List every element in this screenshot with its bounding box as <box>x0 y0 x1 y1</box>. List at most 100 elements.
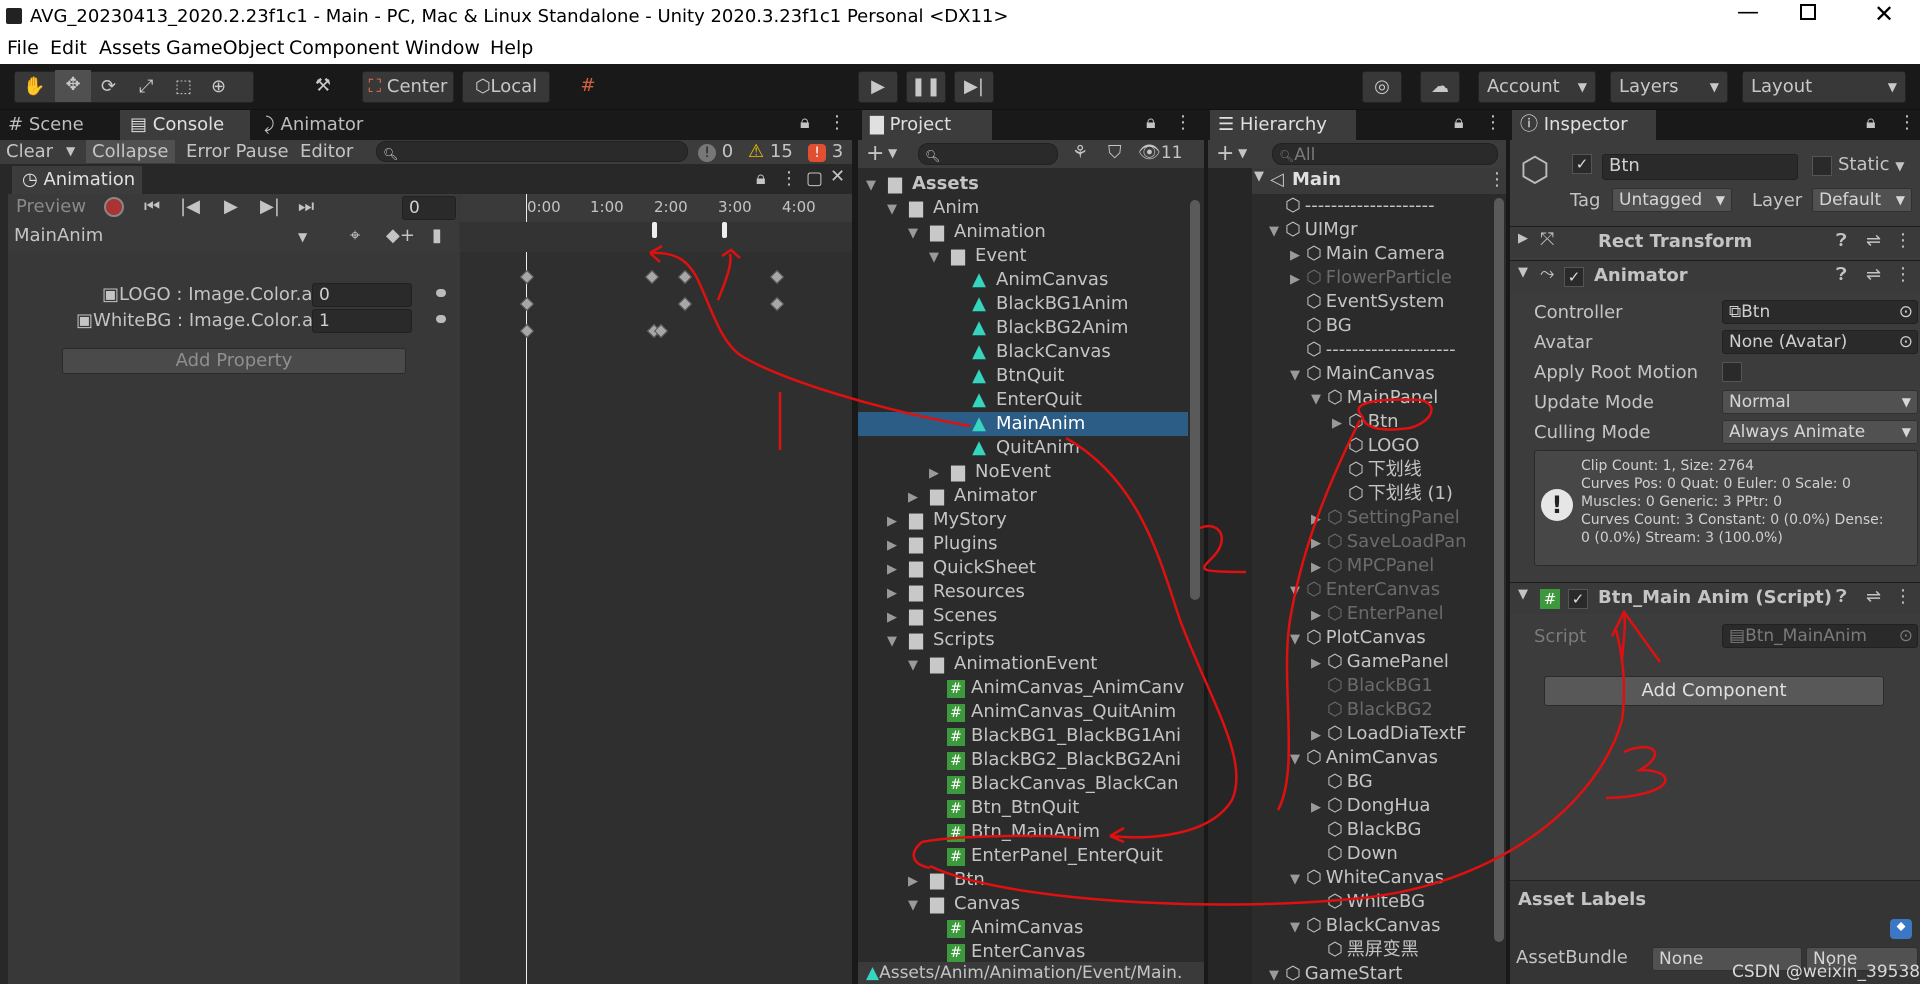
hierarchy-item[interactable]: ▶ ⬡ DongHua <box>1252 794 1492 818</box>
keyframe-icon[interactable] <box>769 269 785 285</box>
project-item[interactable]: ▶ ▆ Resources <box>858 580 1188 604</box>
project-item[interactable]: ▲ MainAnim <box>858 412 1188 436</box>
menu-gameobject[interactable]: GameObject <box>166 37 284 59</box>
move-tool-icon[interactable]: ✥ <box>55 70 91 102</box>
project-scrollbar[interactable] <box>1188 172 1202 962</box>
pivot-center-button[interactable]: ⛶ Center <box>362 71 454 103</box>
menu-edit[interactable]: Edit <box>50 37 87 59</box>
tab-inspector[interactable]: ⓘ Inspector <box>1512 110 1656 140</box>
chevron-right-icon[interactable]: ▶ <box>1332 412 1346 436</box>
lock-icon[interactable]: 🔒︎ <box>1866 112 1876 133</box>
help-icon[interactable]: ❓︎ <box>1836 586 1847 607</box>
hierarchy-item[interactable]: ⬡ LOGO <box>1252 434 1492 458</box>
hierarchy-item[interactable]: ▶ ⬡ Main Camera <box>1252 242 1492 266</box>
chevron-down-icon[interactable]: ▼ <box>888 146 897 160</box>
chevron-right-icon[interactable]: ▶ <box>887 558 901 582</box>
project-item[interactable]: ▲ AnimCanvas <box>858 268 1188 292</box>
project-item[interactable]: # EnterPanel_EnterQuit <box>858 844 1188 868</box>
help-icon[interactable]: ❓︎ <box>1836 230 1847 251</box>
project-item[interactable]: ▲ BlackBG1Anim <box>858 292 1188 316</box>
object-picker-icon[interactable]: ⊙ <box>1899 331 1913 353</box>
menu-window[interactable]: Window <box>405 37 480 59</box>
chevron-down-icon[interactable]: ▼ <box>1290 580 1304 604</box>
event-marker-icon[interactable] <box>722 222 727 238</box>
static-checkbox[interactable] <box>1812 156 1832 176</box>
project-item[interactable]: ▶ ▆ NoEvent <box>858 460 1188 484</box>
tab-hierarchy[interactable]: ☰ Hierarchy <box>1210 110 1356 140</box>
preset-icon[interactable]: ⇌ <box>1866 586 1881 607</box>
controller-field[interactable]: ⧉Btn ⊙ <box>1722 300 1918 324</box>
chevron-down-icon[interactable]: ▼ <box>1269 964 1283 984</box>
layout-dropdown[interactable]: Layout ▼ <box>1742 71 1906 103</box>
hierarchy-item[interactable]: ▶ ⬡ Btn <box>1252 410 1492 434</box>
script-enabled-checkbox[interactable]: ✓ <box>1568 589 1588 609</box>
hierarchy-item[interactable]: ▼ ⬡ AnimCanvas <box>1252 746 1492 770</box>
lock-icon[interactable]: 🔒︎ <box>800 112 810 133</box>
visibility-column[interactable] <box>1208 168 1252 984</box>
transform-tool-icon[interactable]: ⊕ <box>211 72 226 102</box>
add-component-button[interactable]: Add Component <box>1544 676 1884 706</box>
project-item[interactable]: ▼ ▆ AnimationEvent <box>858 652 1188 676</box>
rect-tool-icon[interactable]: ⬚ <box>175 72 192 102</box>
project-item[interactable]: ▶ ▆ Plugins <box>858 532 1188 556</box>
project-item[interactable]: # BlackBG1_BlackBG1Ani <box>858 724 1188 748</box>
hierarchy-item[interactable]: ▶ ⬡ SaveLoadPan <box>1252 530 1492 554</box>
cloud-button[interactable]: ☁ <box>1420 71 1460 103</box>
project-item[interactable]: # Btn_MainAnim <box>858 820 1188 844</box>
console-search-input[interactable]: 🔍︎ <box>376 141 688 162</box>
more-menu-icon[interactable]: ⋮ <box>828 112 846 133</box>
animator-enabled-checkbox[interactable]: ✓ <box>1564 267 1584 287</box>
preset-icon[interactable]: ⇌ <box>1866 264 1881 285</box>
more-menu-icon[interactable]: ⋮ <box>780 168 798 189</box>
add-property-button[interactable]: Add Property <box>62 348 406 374</box>
tag-dropdown[interactable]: Untagged ▼ <box>1612 188 1732 212</box>
chevron-right-icon[interactable]: ▶ <box>908 870 922 894</box>
static-dropdown[interactable]: Static ▼ <box>1838 154 1904 175</box>
project-item[interactable]: # Btn_BtnQuit <box>858 796 1188 820</box>
hierarchy-item[interactable]: ⬡ -------------------- <box>1252 338 1492 362</box>
project-search-input[interactable]: 🔍︎ <box>918 143 1058 165</box>
project-item[interactable]: ▲ QuitAnim <box>858 436 1188 460</box>
hierarchy-item[interactable]: ⬡ BlackBG <box>1252 818 1492 842</box>
close-icon[interactable]: ✕ <box>1874 0 1894 28</box>
hierarchy-item[interactable]: ⬡ 黑屏变黑 <box>1252 938 1492 962</box>
script-component-header[interactable]: ▼ # ✓ Btn_Main Anim (Script) ❓︎ ⇌ ⋮ <box>1510 582 1920 614</box>
event-marker-icon[interactable] <box>652 222 657 238</box>
create-plus-icon[interactable]: + <box>866 141 884 166</box>
menu-file[interactable]: File <box>7 37 39 59</box>
chevron-down-icon[interactable]: ▼ <box>908 222 922 246</box>
dopesheet-timeline[interactable]: 0:00 1:00 2:00 3:00 4:00 <box>460 194 852 984</box>
more-menu-icon[interactable]: ⋮ <box>1174 112 1192 133</box>
keyframe-icon[interactable] <box>519 296 535 312</box>
more-menu-icon[interactable]: ⋮ <box>1898 112 1916 133</box>
chevron-right-icon[interactable]: ▶ <box>1311 796 1325 820</box>
chevron-right-icon[interactable]: ▶ <box>908 486 922 510</box>
lock-icon[interactable]: 🔒︎ <box>1454 112 1464 133</box>
more-menu-icon[interactable]: ⋮ <box>1894 586 1912 607</box>
project-item[interactable]: ▼ ▆ Canvas <box>858 892 1188 916</box>
layer-dropdown[interactable]: Default ▼ <box>1812 188 1912 212</box>
hierarchy-item[interactable]: ▼ ⬡ GameStart <box>1252 962 1492 984</box>
project-item[interactable]: ▼ ▆ Event <box>858 244 1188 268</box>
rotate-tool-icon[interactable]: ⟳ <box>101 72 116 102</box>
maximize-icon[interactable]: ▢ <box>806 168 823 189</box>
apply-root-motion-checkbox[interactable] <box>1722 362 1742 382</box>
project-item[interactable]: ▶ ▆ QuickSheet <box>858 556 1188 580</box>
hierarchy-item[interactable]: ▶ ⬡ SettingPanel <box>1252 506 1492 530</box>
project-item[interactable]: ▶ ▆ Btn <box>858 868 1188 892</box>
chevron-right-icon[interactable]: ▶ <box>887 534 901 558</box>
chevron-down-icon[interactable]: ▼ <box>1290 364 1304 388</box>
project-item[interactable]: # AnimCanvas <box>858 916 1188 940</box>
prev-key-icon[interactable]: |◀ <box>180 196 200 217</box>
hierarchy-item[interactable]: ▼ ⬡ PlotCanvas <box>1252 626 1492 650</box>
scale-tool-icon[interactable]: ⤢ <box>139 72 153 102</box>
frame-input[interactable]: 0 <box>402 196 456 220</box>
help-icon[interactable]: ❓︎ <box>1836 264 1847 285</box>
hierarchy-item[interactable]: ⬡ WhiteBG <box>1252 890 1492 914</box>
project-item[interactable]: ▶ ▆ MyStory <box>858 508 1188 532</box>
hierarchy-item[interactable]: ▶ ⬡ MPCPanel <box>1252 554 1492 578</box>
add-keyframe-icon[interactable]: ◆+ <box>386 225 415 246</box>
hierarchy-item[interactable]: ▼ ⬡ BlackCanvas <box>1252 914 1492 938</box>
next-key-icon[interactable]: ▶| <box>260 196 280 217</box>
chevron-right-icon[interactable]: ▶ <box>1311 532 1325 556</box>
